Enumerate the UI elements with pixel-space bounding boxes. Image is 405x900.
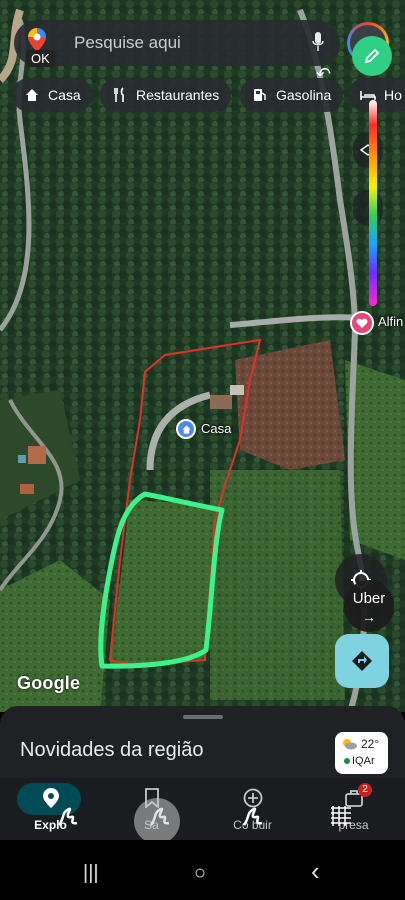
home-button[interactable]: ○ bbox=[194, 862, 206, 885]
home-icon bbox=[26, 89, 38, 101]
chip-gas[interactable]: Gasolina bbox=[240, 78, 344, 112]
gas-pump-icon bbox=[254, 89, 266, 101]
fork-knife-icon bbox=[114, 87, 124, 102]
draw-pen-button[interactable] bbox=[352, 36, 392, 76]
air-quality: IQAr bbox=[344, 755, 375, 767]
color-picker-slider[interactable] bbox=[369, 100, 377, 306]
arrow-right-icon: → bbox=[362, 609, 376, 625]
air-quality-dot bbox=[344, 758, 350, 764]
google-attribution: Google bbox=[17, 673, 81, 693]
chip-label: Gasolina bbox=[276, 87, 332, 103]
google-maps-logo-icon bbox=[28, 28, 46, 52]
satellite-map[interactable]: OK Pesquise aqui ↶ Casa Restaurantes Gas… bbox=[0, 0, 405, 712]
touch-scribble-icon bbox=[57, 807, 78, 826]
place-label-alfin[interactable]: Alfin bbox=[378, 314, 403, 329]
place-label-casa[interactable]: Casa bbox=[201, 421, 231, 436]
ok-tooltip: OK bbox=[26, 50, 55, 67]
system-navigation-bar: ||| ○ ‹ bbox=[0, 840, 405, 900]
back-button[interactable]: ‹ bbox=[311, 856, 320, 887]
uber-label: Uber bbox=[352, 590, 386, 607]
tab-label: Explo bbox=[34, 818, 67, 832]
directions-icon bbox=[352, 651, 372, 671]
chip-label: Ho bbox=[384, 87, 402, 103]
touch-scribble-icon bbox=[242, 807, 263, 826]
stroke-width-button[interactable] bbox=[353, 190, 383, 226]
home-place-pin[interactable] bbox=[176, 419, 196, 439]
touch-indicator bbox=[134, 798, 180, 844]
weather-widget[interactable]: 22° IQAr bbox=[335, 732, 388, 774]
microphone-icon[interactable] bbox=[312, 32, 324, 52]
explore-sheet[interactable]: Novidades da região 22° IQAr bbox=[0, 706, 405, 778]
chip-label: Casa bbox=[48, 87, 81, 103]
notification-badge: 2 bbox=[358, 783, 372, 797]
heart-icon bbox=[356, 318, 368, 328]
layers-button[interactable] bbox=[353, 132, 383, 168]
favorite-place-pin[interactable] bbox=[350, 311, 374, 335]
directions-button[interactable] bbox=[335, 634, 389, 688]
layers-icon bbox=[359, 144, 377, 156]
partly-cloudy-icon bbox=[343, 739, 357, 750]
bottom-navigation: Explo Sa Co buir 2 presa bbox=[0, 778, 405, 840]
sheet-title: Novidades da região bbox=[20, 739, 204, 761]
chip-label: Restaurantes bbox=[136, 87, 220, 103]
sheet-drag-handle[interactable] bbox=[183, 715, 223, 719]
pencil-icon bbox=[364, 48, 380, 64]
home-icon bbox=[181, 424, 191, 434]
uber-bubble[interactable]: Uber → bbox=[344, 580, 394, 632]
search-bar[interactable]: OK Pesquise aqui ↶ bbox=[14, 20, 340, 84]
weather-temperature: 22° bbox=[361, 737, 380, 751]
category-chips: Casa Restaurantes Gasolina Ho bbox=[0, 78, 405, 114]
search-input[interactable]: Pesquise aqui bbox=[74, 33, 181, 53]
chip-home[interactable]: Casa bbox=[12, 78, 93, 112]
touch-scribble-icon bbox=[331, 806, 351, 826]
recents-button[interactable]: ||| bbox=[83, 862, 99, 885]
chip-restaurants[interactable]: Restaurantes bbox=[100, 78, 232, 112]
tab-explore[interactable]: Explo bbox=[0, 778, 101, 840]
